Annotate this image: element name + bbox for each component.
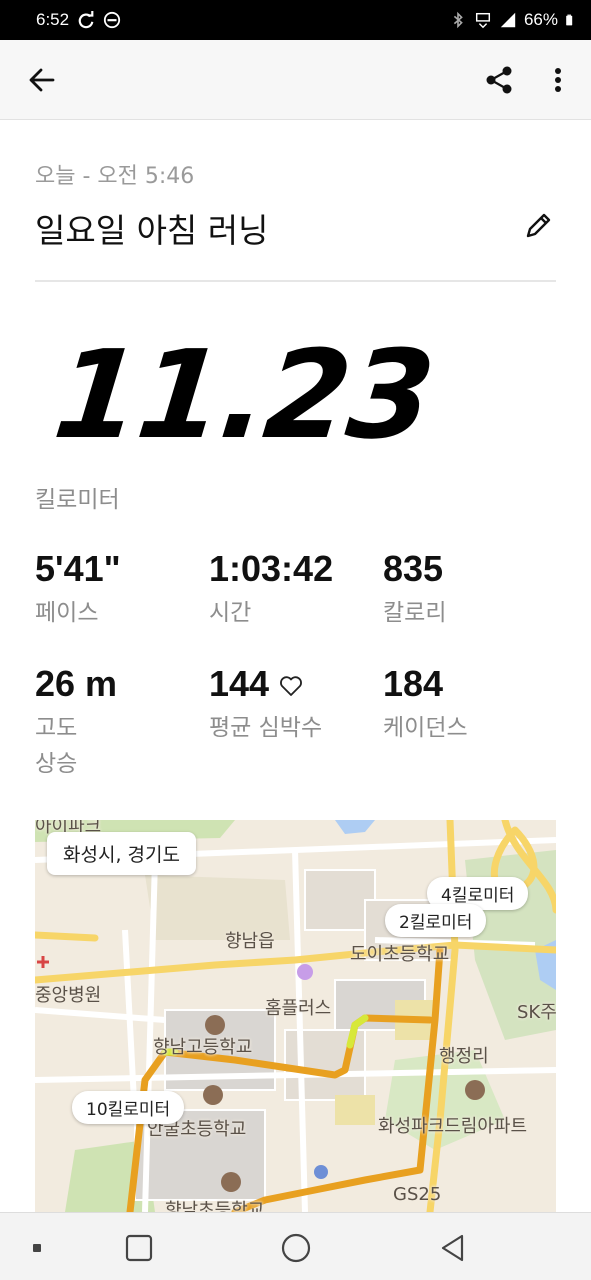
map-label: 향남읍 xyxy=(225,931,275,952)
bluetooth-icon xyxy=(453,11,463,29)
stat-label: 페이스 xyxy=(35,600,99,626)
status-bar: 6:52 66% xyxy=(0,0,591,40)
home-button[interactable] xyxy=(279,1231,313,1265)
back-arrow-icon xyxy=(29,68,55,92)
status-time: 6:52 xyxy=(36,10,70,29)
stat-elevation: 26 m 고도 상승 xyxy=(35,663,117,782)
stat-value: 1:03:42 xyxy=(209,548,334,589)
share-icon xyxy=(486,66,512,94)
km-marker: 2킬로미터 xyxy=(385,904,487,937)
stat-pace: 5'41" 페이스 xyxy=(35,548,121,632)
map-label: 행정리 xyxy=(439,1046,489,1067)
map-label: 화성파크드림아파트 xyxy=(378,1116,528,1137)
stat-value-row: 144 xyxy=(209,663,322,705)
stat-time: 1:03:42 시간 xyxy=(209,548,333,632)
stat-label-line: 고도 xyxy=(35,715,78,741)
stat-label: 평균 심박수 xyxy=(209,715,323,741)
activity-title: 일요일 아침 러닝 xyxy=(35,211,269,250)
battery-percent: 66% xyxy=(523,10,558,29)
app-bar xyxy=(0,40,591,120)
map-label: 향남초등학교 xyxy=(165,1200,265,1212)
stat-label: 케이던스 xyxy=(383,715,468,741)
stat-label-line: 상승 xyxy=(35,750,78,777)
do-not-disturb-icon xyxy=(103,11,121,29)
vibrate-icon xyxy=(475,12,490,29)
nav-dot-button[interactable] xyxy=(20,1231,54,1265)
system-nav-bar xyxy=(0,1212,591,1280)
distance-value: 11.23 xyxy=(47,324,439,466)
stat-value: 835 xyxy=(383,548,444,589)
dot-icon xyxy=(33,1244,41,1252)
stat-value: 5'41" xyxy=(35,548,121,589)
stat-label: 시간 xyxy=(209,600,252,626)
stat-label: 고도 상승 xyxy=(35,711,117,782)
system-back-button[interactable] xyxy=(436,1231,470,1265)
recents-button[interactable] xyxy=(122,1231,156,1265)
stat-value: 184 xyxy=(383,663,444,704)
heart-outline-icon xyxy=(280,676,303,696)
back-triangle-icon xyxy=(441,1234,464,1262)
battery-icon xyxy=(566,14,573,26)
map-label: 중앙병원 xyxy=(35,985,102,1006)
stat-cadence: 184 케이던스 xyxy=(383,663,468,747)
status-left: 6:52 xyxy=(36,10,121,30)
activity-date: 오늘 - 오전 5:46 xyxy=(35,164,195,189)
status-right: 66% xyxy=(449,10,577,30)
sync-icon xyxy=(78,11,94,29)
map-location-chip: 화성시, 경기도 xyxy=(47,832,196,875)
map-label: GS25 xyxy=(393,1184,442,1205)
more-vertical-icon xyxy=(555,68,561,92)
stat-heart-rate: 144 평균 심박수 xyxy=(209,663,322,747)
back-button[interactable] xyxy=(22,60,62,100)
share-button[interactable] xyxy=(478,60,520,100)
map-label: SK주 xyxy=(517,1002,556,1023)
distance-unit: 킬로미터 xyxy=(35,487,120,513)
km-marker: 10킬로미터 xyxy=(72,1091,185,1124)
edit-title-button[interactable] xyxy=(518,206,558,246)
home-circle-icon xyxy=(281,1233,311,1263)
map-label: 향남고등학교 xyxy=(153,1037,253,1058)
map-label: 홈플러스 xyxy=(265,998,332,1019)
stat-label: 칼로리 xyxy=(383,600,447,626)
stat-value: 144 xyxy=(209,663,270,704)
more-options-button[interactable] xyxy=(540,60,576,100)
pencil-icon xyxy=(526,213,551,238)
stat-calories: 835 칼로리 xyxy=(383,548,446,632)
recents-square-icon xyxy=(125,1234,153,1262)
map-label: 도이초등학교 xyxy=(350,944,450,965)
route-map[interactable]: 아이파크 향남읍 도이초등학교 중앙병원 홈플러스 SK주 향남고등학교 행정리… xyxy=(35,820,556,1212)
signal-icon xyxy=(500,12,516,28)
header-divider xyxy=(35,280,556,282)
stat-value: 26 m xyxy=(35,663,118,704)
